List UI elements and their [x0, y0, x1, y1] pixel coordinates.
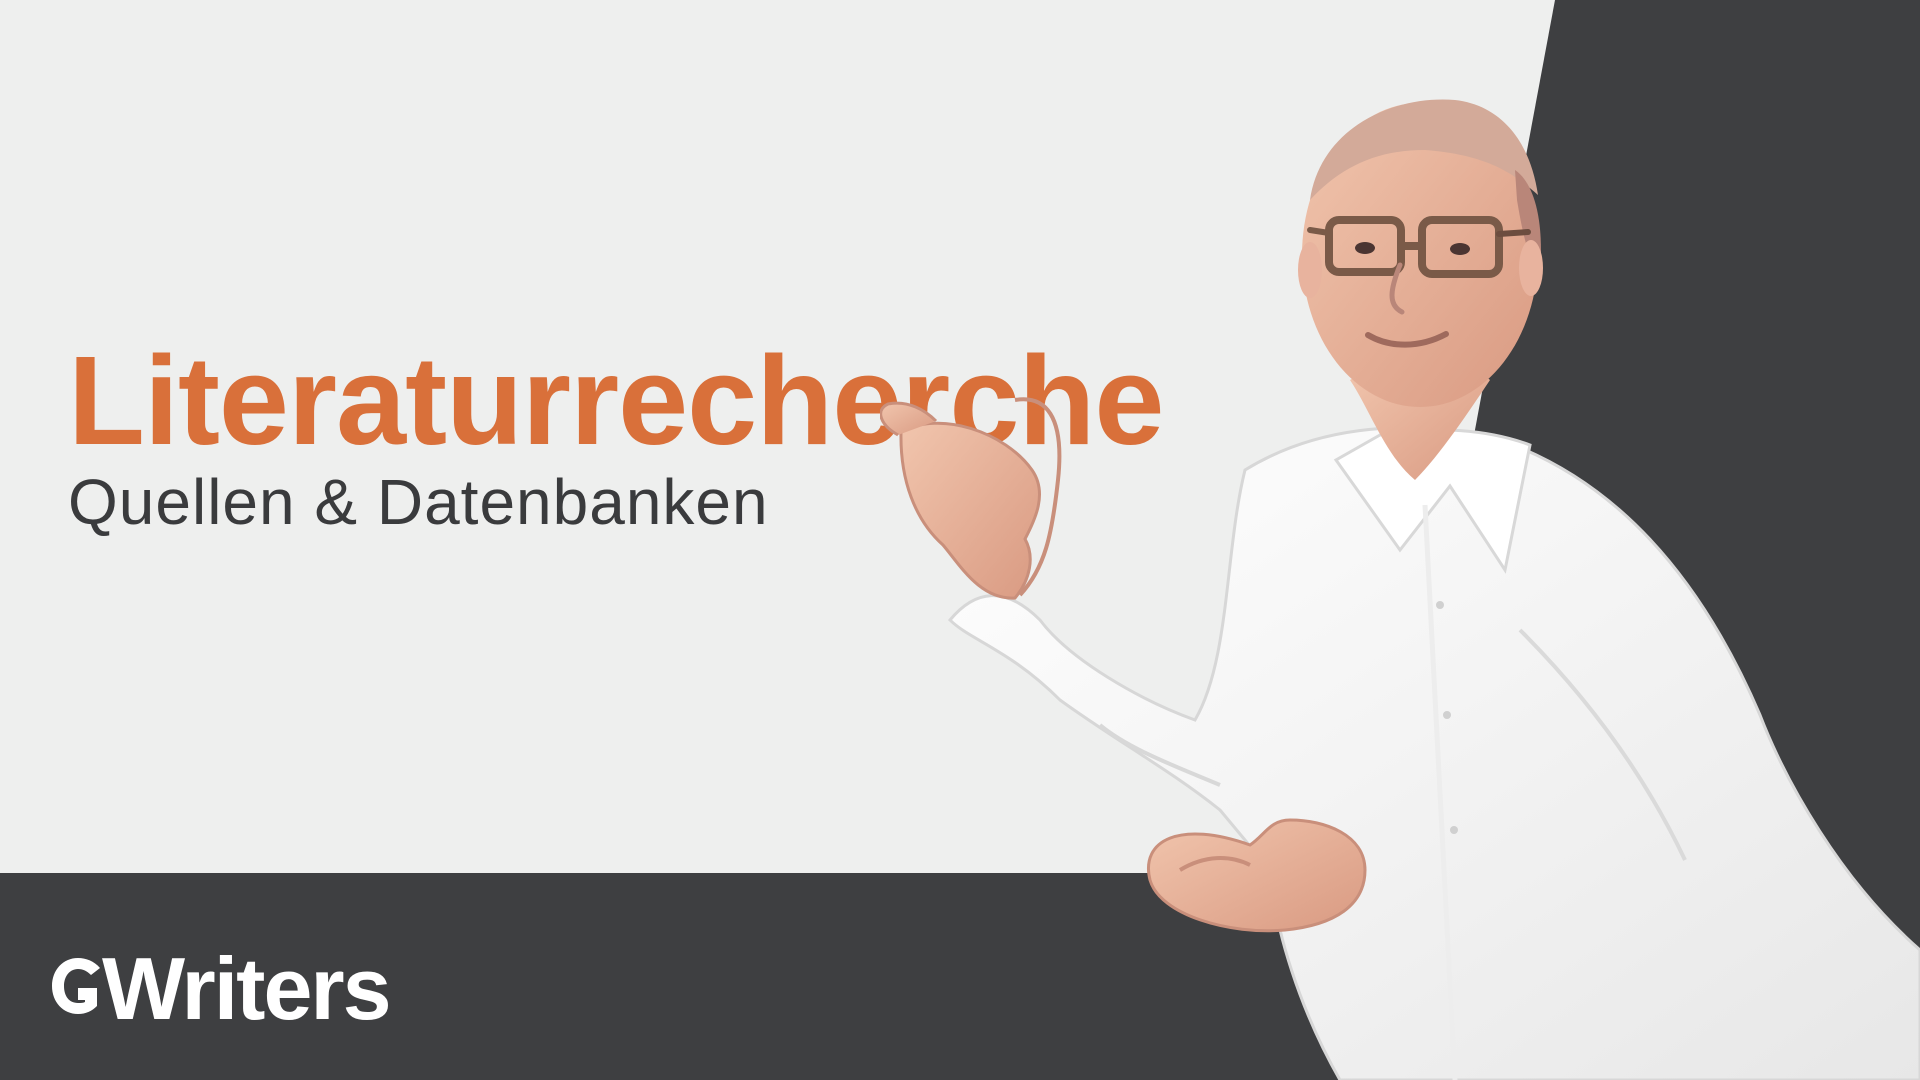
- subheadline: Quellen & Datenbanken: [68, 466, 769, 538]
- gwriters-logo-mark-icon: [52, 958, 100, 1014]
- thumbnail-canvas: Literaturrecherche Quellen & Datenbanken…: [0, 0, 1920, 1080]
- presenter-photo-icon: [880, 99, 1920, 1080]
- brand-logo: Writers: [48, 939, 392, 1038]
- logo-text: Writers: [102, 939, 392, 1038]
